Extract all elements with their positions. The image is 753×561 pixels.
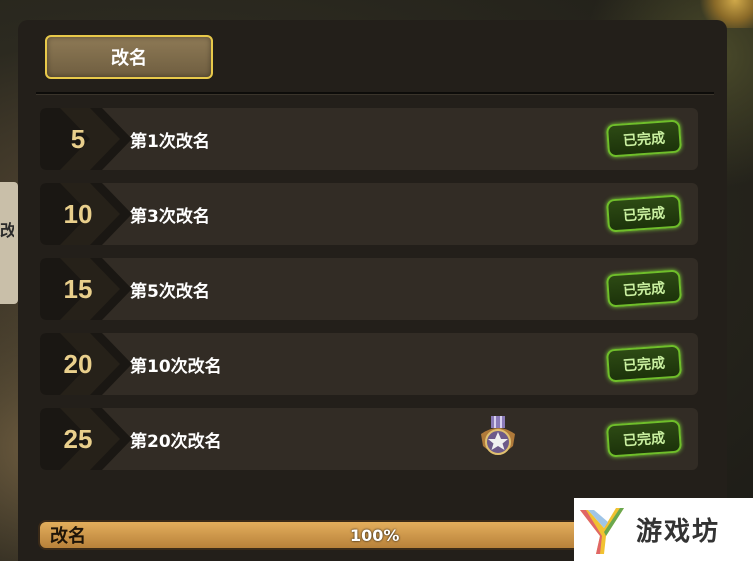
level-badge: 25 <box>40 408 132 470</box>
watermark: 游戏坊 <box>574 498 753 561</box>
level-number: 25 <box>63 423 93 454</box>
medal-icon[interactable] <box>475 416 521 462</box>
status-completed-badge: 已完成 <box>605 194 683 233</box>
achievement-row: 5 第1次改名 已完成 <box>40 108 698 170</box>
divider <box>36 92 714 95</box>
status-completed-badge: 已完成 <box>605 269 683 308</box>
side-tab-label: 改昵 <box>0 221 14 240</box>
progress-label: 改名 <box>50 526 86 547</box>
level-badge: 10 <box>40 183 132 245</box>
watermark-logo-icon <box>580 507 624 554</box>
task-label: 第3次改名 <box>130 206 210 227</box>
level-number: 5 <box>70 123 86 154</box>
achievement-row: 15 第5次改名 已完成 <box>40 258 698 320</box>
level-number: 20 <box>63 348 93 379</box>
level-badge: 15 <box>40 258 132 320</box>
level-number: 15 <box>63 273 93 304</box>
status-completed-badge: 已完成 <box>605 344 683 383</box>
task-label: 第1次改名 <box>130 131 210 152</box>
progress-bar: 改名 100% <box>38 520 618 550</box>
achievement-row: 20 第10次改名 已完成 <box>40 333 698 395</box>
achievement-row: 10 第3次改名 已完成 <box>40 183 698 245</box>
achievement-row: 25 第20次改名 已完成 <box>40 408 698 470</box>
tab-rename[interactable]: 改名 <box>45 35 213 79</box>
status-completed-badge: 已完成 <box>605 119 683 158</box>
status-completed-badge: 已完成 <box>605 419 683 458</box>
task-label: 第10次改名 <box>130 356 222 377</box>
side-tab[interactable]: 改昵 <box>0 182 18 304</box>
task-label: 第5次改名 <box>130 281 210 302</box>
task-label: 第20次改名 <box>130 431 222 452</box>
progress-value: 100% <box>350 525 400 545</box>
watermark-text: 游戏坊 <box>636 517 721 547</box>
level-badge: 20 <box>40 333 132 395</box>
level-number: 10 <box>63 198 93 229</box>
level-badge: 5 <box>40 108 132 170</box>
